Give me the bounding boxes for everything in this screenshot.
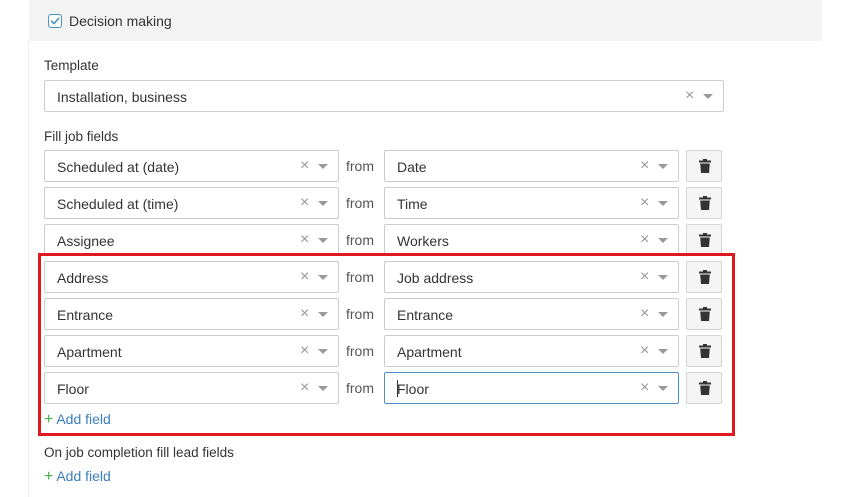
target-field-value: Scheduled at (date): [57, 159, 180, 175]
fill-job-fields-label: Fill job fields: [44, 129, 119, 144]
delete-row-button[interactable]: [686, 150, 722, 182]
from-label: from: [346, 232, 374, 248]
delete-row-button[interactable]: [686, 224, 722, 256]
decision-making-checkbox[interactable]: [48, 14, 62, 28]
close-icon[interactable]: ×: [300, 157, 309, 175]
target-field-select[interactable]: Scheduled at (time) ×: [44, 187, 339, 219]
check-icon: [50, 17, 60, 25]
chevron-down-icon[interactable]: [658, 238, 668, 243]
left-divider: [28, 41, 29, 497]
target-field-select[interactable]: Scheduled at (date) ×: [44, 150, 339, 182]
source-field-value: Workers: [397, 233, 449, 249]
add-lead-field-link[interactable]: + Add field: [44, 468, 111, 486]
chevron-down-icon[interactable]: [658, 201, 668, 206]
close-icon[interactable]: ×: [640, 157, 649, 175]
source-field-select[interactable]: Date ×: [384, 150, 679, 182]
close-icon[interactable]: ×: [300, 194, 309, 212]
plus-icon: +: [44, 468, 54, 485]
source-field-value: Time: [397, 196, 428, 212]
section-title: Decision making: [69, 13, 172, 29]
target-field-value: Assignee: [57, 233, 115, 249]
highlight-box: [38, 253, 735, 436]
source-field-value: Date: [397, 159, 427, 175]
from-label: from: [346, 195, 374, 211]
chevron-down-icon[interactable]: [318, 201, 328, 206]
from-label: from: [346, 158, 374, 174]
template-value: Installation, business: [57, 89, 187, 105]
target-field-value: Scheduled at (time): [57, 196, 179, 212]
close-icon[interactable]: ×: [640, 231, 649, 249]
source-field-select[interactable]: Workers ×: [384, 224, 679, 256]
chevron-down-icon[interactable]: [703, 94, 713, 99]
template-label: Template: [44, 58, 99, 73]
close-icon[interactable]: ×: [685, 87, 694, 105]
target-field-select[interactable]: Assignee ×: [44, 224, 339, 256]
chevron-down-icon[interactable]: [318, 238, 328, 243]
chevron-down-icon[interactable]: [658, 164, 668, 169]
close-icon[interactable]: ×: [300, 231, 309, 249]
add-lead-field-label: Add field: [56, 468, 111, 484]
completion-label: On job completion fill lead fields: [44, 445, 234, 460]
delete-row-button[interactable]: [686, 187, 722, 219]
section-header: Decision making: [29, 0, 822, 41]
close-icon[interactable]: ×: [640, 194, 649, 212]
source-field-select[interactable]: Time ×: [384, 187, 679, 219]
chevron-down-icon[interactable]: [318, 164, 328, 169]
template-select[interactable]: Installation, business ×: [44, 80, 724, 112]
